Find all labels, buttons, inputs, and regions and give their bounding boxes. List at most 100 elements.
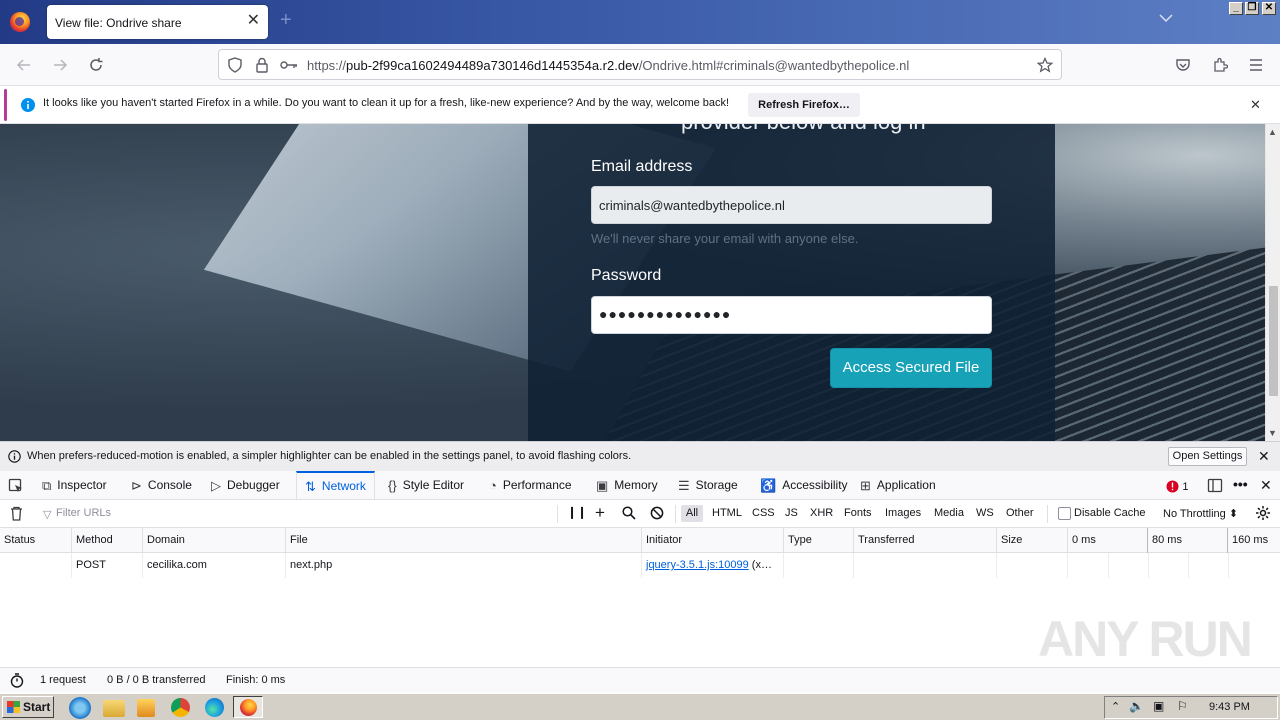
url-text[interactable]: https://pub-2f99ca1602494489a730146d1445… [307, 58, 909, 73]
email-field[interactable]: criminals@wantedbythepolice.nl [591, 186, 992, 224]
network-status-bar: 1 request 0 B / 0 B transferred Finish: … [0, 667, 1280, 692]
element-picker-icon[interactable] [8, 478, 24, 494]
column-transferred[interactable]: Transferred [854, 528, 997, 553]
password-field[interactable]: ●●●●●●●●●●●●●● [591, 296, 992, 334]
notification-close-icon[interactable]: ✕ [1250, 97, 1261, 113]
minimize-window-button[interactable]: _ [1229, 2, 1243, 15]
lock-icon[interactable] [252, 55, 272, 75]
throttling-select[interactable]: No Throttling ⬍ [1163, 507, 1238, 520]
block-urls-icon[interactable] [650, 506, 664, 520]
clear-trash-icon[interactable] [10, 506, 23, 521]
tab-close-icon[interactable]: ✕ [247, 13, 260, 29]
disable-cache-checkbox[interactable] [1058, 507, 1071, 520]
reload-icon[interactable] [86, 55, 106, 75]
more-options-icon[interactable]: ••• [1233, 476, 1248, 492]
firefox-taskbar-button[interactable] [233, 696, 263, 718]
filter-other-button[interactable]: Other [1006, 507, 1034, 519]
access-secured-file-button[interactable]: Access Secured File [830, 348, 992, 388]
column-initiator[interactable]: Initiator [642, 528, 784, 553]
network-settings-gear-icon[interactable] [1255, 505, 1271, 521]
filter-fonts-button[interactable]: Fonts [844, 507, 872, 519]
filter-urls-input[interactable]: Filter URLs [56, 507, 111, 519]
firefox-logo-icon [10, 12, 30, 32]
pocket-icon[interactable] [1173, 55, 1193, 75]
edge-icon[interactable] [205, 698, 224, 717]
storage-icon: ☰ [678, 478, 690, 493]
column-method[interactable]: Method [72, 528, 143, 553]
restore-window-button[interactable]: ❐ [1245, 2, 1259, 15]
tab-network[interactable]: ⇅ Network [296, 471, 375, 500]
volume-icon[interactable]: 🔈 [1129, 699, 1144, 713]
media-player-icon[interactable] [137, 699, 155, 717]
table-row[interactable]: POST cecilika.com next.php jquery-3.5.1.… [0, 553, 1280, 578]
scroll-up-icon[interactable]: ▲ [1268, 127, 1277, 137]
close-window-button[interactable]: ✕ [1262, 2, 1276, 15]
column-type[interactable]: Type [784, 528, 854, 553]
filter-js-button[interactable]: JS [785, 507, 798, 519]
scroll-thumb[interactable] [1269, 286, 1278, 396]
tray-expand-icon[interactable]: ⌃ [1111, 700, 1120, 713]
page-viewport: provider below and log in Email address … [0, 124, 1265, 441]
tab-application[interactable]: ⊞ Application [860, 471, 936, 500]
tab-console[interactable]: ⊳ Console [131, 471, 192, 500]
scroll-down-icon[interactable]: ▼ [1268, 428, 1277, 438]
network-icon[interactable]: ▣ [1153, 699, 1164, 713]
add-request-icon[interactable]: + [595, 503, 605, 523]
filter-media-button[interactable]: Media [934, 507, 964, 519]
column-file[interactable]: File [286, 528, 642, 553]
filter-html-button[interactable]: HTML [712, 507, 742, 519]
column-status[interactable]: Status [0, 528, 72, 553]
tab-accessibility[interactable]: ♿ Accessibility [760, 471, 848, 500]
internet-explorer-icon[interactable] [69, 697, 91, 719]
list-all-tabs-icon[interactable] [1159, 13, 1173, 23]
tab-performance[interactable]: ◔ Performance [489, 471, 572, 500]
pause-icon[interactable]: ❙❙ [567, 505, 587, 519]
start-button[interactable]: Start [2, 696, 54, 718]
tab-memory[interactable]: ▣ Memory [596, 471, 658, 500]
filter-all-button[interactable]: All [681, 505, 703, 522]
tab-debugger[interactable]: ▷ Debugger [211, 471, 280, 500]
taskbar-clock[interactable]: 9:43 PM [1209, 701, 1250, 713]
row-method: POST [72, 553, 143, 578]
dock-side-icon[interactable] [1207, 478, 1223, 493]
windows-flag-icon [7, 701, 20, 713]
devtools-tab-bar: ⧉ Inspector ⊳ Console ▷ Debugger ⇅ Network {… [0, 471, 1280, 500]
refresh-firefox-button[interactable]: Refresh Firefox… [748, 93, 860, 117]
filter-ws-button[interactable]: WS [976, 507, 994, 519]
firefox-icon [240, 699, 257, 716]
row-type [784, 553, 854, 578]
page-scrollbar[interactable]: ▲ ▼ [1265, 124, 1280, 441]
file-explorer-folder-icon[interactable] [103, 700, 125, 717]
performance-stopwatch-icon[interactable] [10, 673, 24, 688]
permissions-key-icon[interactable] [279, 55, 299, 75]
open-settings-button[interactable]: Open Settings [1168, 447, 1247, 466]
column-size[interactable]: Size [997, 528, 1068, 553]
filter-funnel-icon: ▽ [43, 509, 52, 521]
request-count: 1 request [40, 674, 86, 686]
extensions-icon[interactable] [1210, 55, 1230, 75]
menu-hamburger-icon[interactable] [1246, 55, 1266, 75]
filter-xhr-button[interactable]: XHR [810, 507, 833, 519]
row-status [0, 553, 72, 578]
chrome-icon[interactable] [171, 698, 190, 717]
column-domain[interactable]: Domain [143, 528, 286, 553]
browser-tab[interactable]: View file: Ondrive share ✕ [47, 5, 268, 39]
address-bar[interactable]: https://pub-2f99ca1602494489a730146d1445… [218, 49, 1062, 80]
forward-icon[interactable] [50, 55, 70, 75]
filter-css-button[interactable]: CSS [752, 507, 775, 519]
initiator-link[interactable]: jquery-3.5.1.js:10099 [646, 559, 749, 571]
filter-images-button[interactable]: Images [885, 507, 921, 519]
devtools-close-icon[interactable]: ✕ [1260, 477, 1272, 494]
action-center-flag-icon[interactable]: ⚐ [1177, 699, 1188, 713]
notice-close-icon[interactable]: ✕ [1258, 448, 1270, 465]
bookmark-star-icon[interactable] [1035, 55, 1055, 75]
new-tab-button[interactable]: + [280, 10, 292, 30]
waterfall-tick-160: 160 ms [1232, 534, 1269, 546]
tab-storage[interactable]: ☰ Storage [678, 471, 738, 500]
back-icon[interactable] [14, 55, 34, 75]
tab-style-editor[interactable]: {} Style Editor [388, 471, 464, 500]
tracking-protection-shield-icon[interactable] [225, 55, 245, 75]
tab-inspector[interactable]: ⧉ Inspector [42, 471, 107, 500]
search-icon[interactable] [622, 506, 636, 520]
error-count-badge[interactable]: 1 [1166, 479, 1188, 493]
